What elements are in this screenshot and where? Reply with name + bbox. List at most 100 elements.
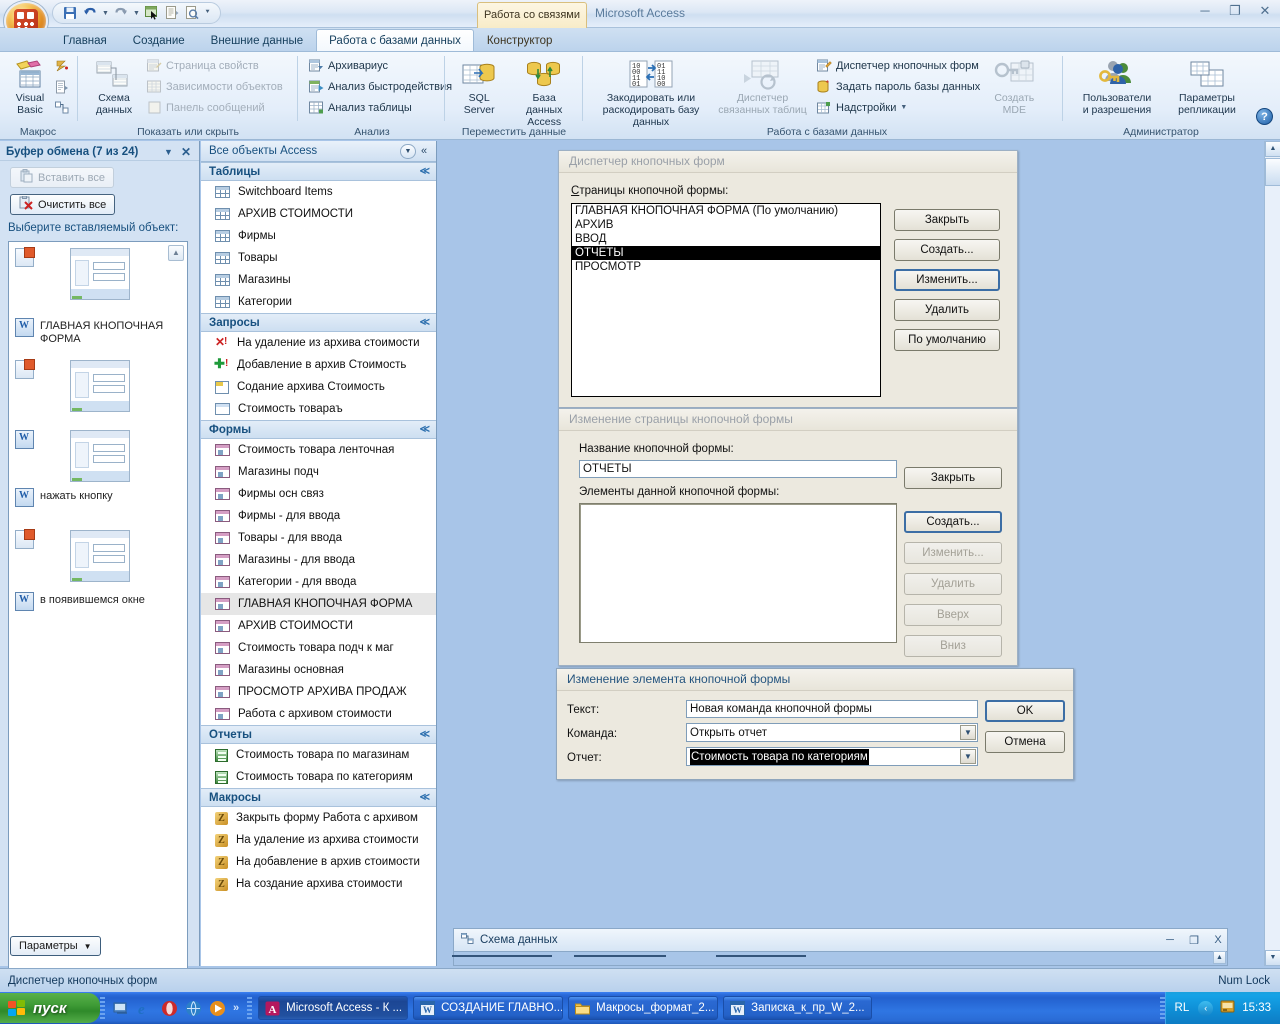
nav-item-query-select[interactable]: Стоимость товараъ bbox=[201, 398, 436, 420]
more-chevron-icon[interactable]: » bbox=[233, 1002, 239, 1014]
internet-explorer-icon[interactable]: e bbox=[137, 1000, 154, 1018]
table-analyzer-button[interactable]: Анализ таблицы bbox=[308, 97, 452, 118]
move-up-button[interactable]: Вверх bbox=[904, 604, 1002, 626]
list-item[interactable] bbox=[9, 424, 187, 482]
task-button-access[interactable]: A Microsoft Access - К ... bbox=[258, 996, 409, 1020]
nav-item-magaziny[interactable]: Магазины bbox=[201, 269, 436, 291]
message-bar-button[interactable]: Панель сообщений bbox=[146, 97, 283, 118]
nav-item-form-2[interactable]: Фирмы осн связ bbox=[201, 483, 436, 505]
task-button-word-1[interactable]: W СОЗДАНИЕ ГЛАВНО... bbox=[413, 996, 564, 1020]
task-button-word-2[interactable]: W Записка_к_пр_W_2... bbox=[723, 996, 872, 1020]
convert-macro-button[interactable] bbox=[54, 77, 70, 98]
nav-group-macros[interactable]: Макросы ≪ bbox=[201, 788, 436, 807]
nav-item-form-6[interactable]: Категории - для ввода bbox=[201, 571, 436, 593]
relationships-canvas[interactable]: ▲ bbox=[452, 951, 1227, 965]
nav-item-form-9[interactable]: Стоимость товара подч к маг bbox=[201, 637, 436, 659]
close-button[interactable]: Закрыть bbox=[894, 209, 1000, 231]
nav-item-form-4[interactable]: Товары - для ввода bbox=[201, 527, 436, 549]
linked-table-manager-button[interactable]: Диспетчер связанных таблиц bbox=[715, 56, 810, 116]
nav-item-form-3[interactable]: Фирмы - для ввода bbox=[201, 505, 436, 527]
start-button[interactable]: пуск bbox=[0, 993, 100, 1023]
performance-analyzer-button[interactable]: Анализ быстродействия bbox=[308, 77, 452, 98]
nav-item-kategorii[interactable]: Категории bbox=[201, 291, 436, 313]
list-item[interactable] bbox=[9, 354, 187, 424]
make-mde-button[interactable]: Создать MDE bbox=[988, 56, 1040, 116]
scroll-down-button[interactable]: ▼ bbox=[1265, 950, 1280, 966]
help-button[interactable]: ? bbox=[1256, 108, 1273, 125]
show-desktop-icon[interactable] bbox=[113, 1000, 130, 1017]
nav-item-form-10[interactable]: Магазины основная bbox=[201, 659, 436, 681]
work-area-scrollbar[interactable]: ▲ ▼ bbox=[1264, 141, 1280, 966]
clear-all-button[interactable]: Очистить все bbox=[10, 194, 116, 215]
encode-decode-button[interactable]: 10 00 11 01 01 11 10 00 Закодировать или… bbox=[591, 56, 711, 128]
close-button[interactable]: Закрыть bbox=[904, 467, 1002, 489]
nav-item-arhiv-stoimosti[interactable]: АРХИВ СТОИМОСТИ bbox=[201, 203, 436, 225]
chevron-down-icon[interactable]: ▼ bbox=[400, 143, 416, 159]
navigation-pane-header[interactable]: Все объекты Access ▼ « bbox=[201, 141, 436, 162]
clock[interactable]: 15:33 bbox=[1242, 1002, 1271, 1014]
nav-item-switchboard-items[interactable]: Switchboard Items bbox=[201, 181, 436, 203]
users-permissions-button[interactable]: Пользователи и разрешения bbox=[1074, 56, 1160, 116]
tray-app-icon[interactable] bbox=[1220, 999, 1235, 1017]
nav-item-form-11[interactable]: ПРОСМОТР АРХИВА ПРОДАЖ bbox=[201, 681, 436, 703]
run-macro-button[interactable] bbox=[54, 56, 70, 77]
switchboard-items-listbox[interactable] bbox=[579, 503, 897, 643]
close-button[interactable]: ✕ bbox=[1256, 4, 1274, 18]
chevron-down-icon[interactable]: ▼ bbox=[960, 725, 976, 740]
tab-database-tools[interactable]: Работа с базами данных bbox=[316, 29, 474, 51]
list-item[interactable]: ПРОСМОТР bbox=[572, 260, 880, 274]
list-item-selected[interactable]: ОТЧЕТЫ bbox=[572, 246, 880, 260]
item-command-combo[interactable]: Открыть отчет ▼ bbox=[686, 723, 978, 742]
tray-expand-icon[interactable]: ‹ bbox=[1198, 1000, 1214, 1016]
nav-item-macro-0[interactable]: Z Закрыть форму Работа с архивом bbox=[201, 807, 436, 829]
list-item[interactable]: ВВОД bbox=[572, 232, 880, 246]
cancel-button[interactable]: Отмена bbox=[985, 731, 1065, 753]
relationships-button[interactable]: Схема данных bbox=[86, 56, 142, 116]
minimize-button[interactable]: ─ bbox=[1161, 934, 1179, 946]
object-dependencies-button[interactable]: Зависимости объектов bbox=[146, 77, 283, 98]
nav-item-macro-1[interactable]: Z На удаление из архива стоимости bbox=[201, 829, 436, 851]
switchboard-pages-listbox[interactable]: ГЛАВНАЯ КНОПОЧНАЯ ФОРМА (По умолчанию) А… bbox=[571, 203, 881, 397]
chevron-up-icon[interactable]: ≪ bbox=[420, 729, 430, 740]
nav-item-tovary[interactable]: Товары bbox=[201, 247, 436, 269]
sql-server-button[interactable]: SQL Server bbox=[453, 56, 505, 116]
close-button[interactable]: X bbox=[1209, 934, 1227, 946]
restore-button[interactable]: ❐ bbox=[1185, 934, 1203, 947]
nav-group-reports[interactable]: Отчеты ≪ bbox=[201, 725, 436, 744]
clip-scroll-up-button[interactable]: ▲ bbox=[168, 245, 184, 261]
nav-item-query-maketable[interactable]: Содание архива Стоимость bbox=[201, 376, 436, 398]
close-icon[interactable]: ✕ bbox=[181, 145, 195, 159]
delete-item-button[interactable]: Удалить bbox=[904, 573, 1002, 595]
nav-group-tables[interactable]: Таблицы ≪ bbox=[201, 162, 436, 181]
nav-item-report-0[interactable]: Стоимость товара по магазинам bbox=[201, 744, 436, 766]
tab-external-data[interactable]: Внешние данные bbox=[198, 29, 316, 51]
page-name-input[interactable] bbox=[579, 460, 897, 478]
nav-item-query-delete[interactable]: На удаление из архива стоимости bbox=[201, 332, 436, 354]
nav-item-firmy[interactable]: Фирмы bbox=[201, 225, 436, 247]
list-item[interactable]: в появившемся окне bbox=[9, 586, 187, 612]
documenter-button[interactable]: Архивариус bbox=[308, 56, 452, 77]
nav-item-report-1[interactable]: Стоимость товара по категориям bbox=[201, 766, 436, 788]
list-item[interactable] bbox=[9, 512, 187, 586]
nav-item-form-12[interactable]: Работа с архивом стоимости bbox=[201, 703, 436, 725]
edit-button[interactable]: Изменить... bbox=[894, 269, 1000, 291]
list-item[interactable] bbox=[9, 242, 187, 312]
chevron-up-icon[interactable]: ≪ bbox=[420, 166, 430, 177]
nav-group-forms[interactable]: Формы ≪ bbox=[201, 420, 436, 439]
delete-button[interactable]: Удалить bbox=[894, 299, 1000, 321]
move-down-button[interactable]: Вниз bbox=[904, 635, 1002, 657]
chevron-up-icon[interactable]: ≪ bbox=[420, 424, 430, 435]
clipboard-items-list[interactable]: ▲ ▼ ГЛАВНАЯ КНОПОЧНАЯ ФОРМА нажать кнопк… bbox=[8, 241, 188, 1024]
create-item-button[interactable]: Создать... bbox=[904, 511, 1002, 533]
visual-basic-button[interactable]: Visual Basic bbox=[6, 56, 54, 116]
nav-item-macro-3[interactable]: Z На создание архива стоимости bbox=[201, 873, 436, 895]
create-button[interactable]: Создать... bbox=[894, 239, 1000, 261]
browser-icon[interactable] bbox=[185, 1000, 202, 1017]
scrollbar-thumb[interactable] bbox=[1265, 158, 1280, 186]
ok-button[interactable]: OK bbox=[985, 700, 1065, 722]
chevron-up-icon[interactable]: ≪ bbox=[420, 317, 430, 328]
chevron-down-icon[interactable]: ▼ bbox=[960, 749, 976, 764]
restore-button[interactable]: ❐ bbox=[1226, 4, 1244, 18]
language-indicator[interactable]: RL bbox=[1175, 1002, 1192, 1014]
property-sheet-button[interactable]: Страница свойств bbox=[146, 56, 283, 77]
